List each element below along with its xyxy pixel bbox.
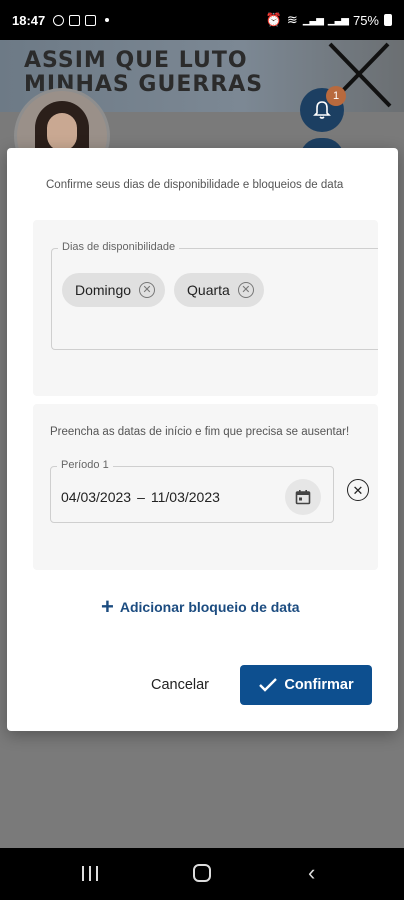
day-chips: Domingo ✕ Quarta ✕: [62, 273, 264, 307]
add-date-block-button[interactable]: + Adicionar bloqueio de data: [101, 596, 300, 618]
plus-icon: +: [101, 594, 114, 619]
signal-2-icon: ▁▃▅: [327, 14, 349, 26]
date-range-value[interactable]: 04/03/2023 – 11/03/2023: [61, 489, 220, 505]
status-time: 18:47: [12, 12, 46, 28]
confirm-label: Confirmar: [284, 677, 354, 693]
remove-period-button[interactable]: ✕: [347, 479, 369, 501]
period-end-date: 11/03/2023: [150, 489, 220, 505]
home-button[interactable]: [193, 864, 211, 882]
avatar-face: [47, 113, 77, 151]
whatsapp-icon: [53, 14, 65, 26]
battery-percent: 75%: [352, 12, 379, 28]
back-button[interactable]: ‹: [308, 862, 315, 884]
chip-domingo[interactable]: Domingo ✕: [62, 273, 166, 307]
availability-dialog: Confirme seus dias de disponibilidade e …: [7, 148, 398, 731]
cancel-button[interactable]: Cancelar: [137, 666, 223, 704]
battery-icon: [384, 14, 392, 26]
close-circle-icon[interactable]: ✕: [139, 282, 156, 298]
banner-text-line-1: ASSIM QUE LUTO: [24, 48, 248, 73]
chip-quarta[interactable]: Quarta ✕: [174, 273, 264, 307]
signal-icon: ▁▃▅: [302, 14, 324, 26]
period-1-field[interactable]: Período 1 04/03/2023 – 11/03/2023: [50, 459, 334, 523]
period-start-date: 04/03/2023: [61, 489, 132, 505]
check-icon: [259, 678, 278, 692]
status-notification-icons: [53, 14, 110, 26]
recent-bar: [89, 866, 91, 881]
close-circle-icon: ✕: [352, 482, 364, 498]
notification-badge: 1: [326, 86, 346, 106]
status-right: ⏰ ≋ ▁▃▅ ▁▃▅ 75%: [266, 12, 392, 28]
recent-apps-button[interactable]: [82, 866, 98, 881]
date-block-section: Preencha as datas de início e fim que pr…: [33, 404, 378, 570]
more-notifications-icon: [105, 18, 110, 22]
availability-section: Dias de disponibilidade Domingo ✕ Quarta…: [33, 220, 378, 396]
availability-days-field[interactable]: Dias de disponibilidade Domingo ✕ Quarta…: [51, 241, 378, 350]
status-bar: 18:47 ⏰ ≋ ▁▃▅ ▁▃▅ 75%: [0, 0, 404, 40]
system-nav-bar: ‹: [0, 848, 404, 900]
add-date-block-label: Adicionar bloqueio de data: [119, 599, 300, 615]
close-circle-icon[interactable]: ✕: [237, 282, 254, 298]
confirm-button[interactable]: Confirmar: [240, 665, 372, 705]
date-block-hint: Preencha as datas de início e fim que pr…: [50, 426, 350, 438]
recent-bar: [96, 866, 98, 881]
open-calendar-button[interactable]: [285, 479, 321, 515]
calendar-icon: [295, 490, 311, 505]
app-icon: [85, 14, 97, 26]
chip-label: Domingo: [75, 282, 132, 298]
alarm-icon: ⏰: [265, 12, 282, 27]
availability-days-legend: Dias de disponibilidade: [58, 241, 180, 253]
wifi-icon: ≋: [286, 12, 298, 27]
recent-bar: [82, 866, 84, 881]
period-separator: –: [137, 489, 145, 505]
chip-label: Quarta: [187, 282, 230, 298]
gallery-icon: [69, 14, 81, 26]
dialog-subtitle: Confirme seus dias de disponibilidade e …: [46, 179, 344, 191]
period-1-legend: Período 1: [57, 459, 113, 471]
